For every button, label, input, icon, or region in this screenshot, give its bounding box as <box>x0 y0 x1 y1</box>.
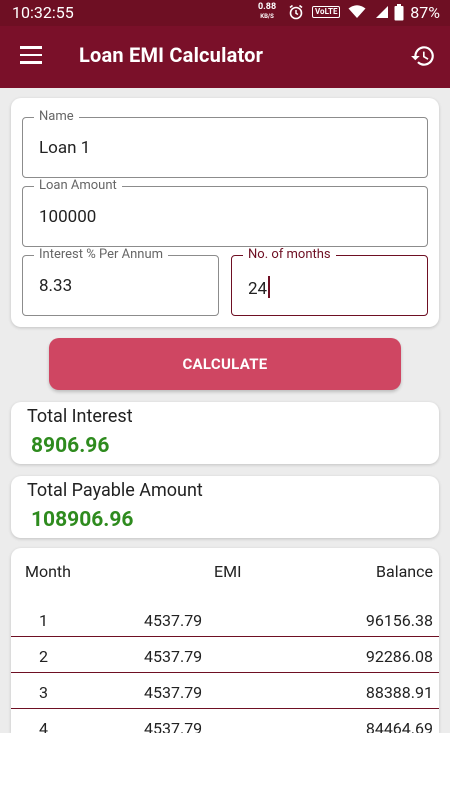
total-payable-value: 108906.96 <box>31 508 134 532</box>
network-speed-unit: KB/S <box>260 13 274 20</box>
hamburger-menu-icon[interactable] <box>20 46 42 64</box>
total-interest-card: Total Interest 8906.96 <box>11 402 439 464</box>
battery-status: 87% <box>394 3 440 22</box>
months-value: 24 <box>248 279 268 299</box>
name-value: Loan 1 <box>39 138 91 158</box>
alarm-icon <box>289 4 303 20</box>
table-row: 2 4537.79 92286.08 <box>11 643 439 679</box>
row-month: 2 <box>39 647 48 666</box>
row-emi: 4537.79 <box>144 611 203 630</box>
page-title: Loan EMI Calculator <box>79 43 264 67</box>
row-month: 3 <box>39 683 48 702</box>
loan-amount-label: Loan Amount <box>34 178 122 193</box>
wifi-icon <box>348 5 366 18</box>
network-speed: 0.88 KB/S <box>258 3 276 21</box>
header-balance: Balance <box>376 562 433 581</box>
loan-amount-field[interactable]: Loan Amount 100000 <box>22 178 428 247</box>
months-field[interactable]: No. of months 24 <box>231 247 428 316</box>
row-emi: 4537.79 <box>144 683 203 702</box>
row-divider <box>11 636 439 638</box>
name-label: Name <box>34 109 79 124</box>
status-icons: VoLTE <box>288 4 389 20</box>
row-divider <box>11 672 439 674</box>
header-emi: EMI <box>214 562 242 581</box>
total-interest-value: 8906.96 <box>31 434 110 458</box>
row-month: 1 <box>39 611 48 630</box>
text-cursor <box>268 276 270 298</box>
name-field[interactable]: Name Loan 1 <box>22 109 428 178</box>
row-emi: 4537.79 <box>144 719 203 733</box>
months-label: No. of months <box>243 247 336 262</box>
screen: 10:32:55 0.88 KB/S VoLTE 87% Loan EMI Ca… <box>0 0 450 800</box>
history-icon[interactable] <box>410 43 436 69</box>
bottom-area <box>0 733 450 800</box>
battery-percent: 87% <box>410 3 440 22</box>
cell-signal-icon <box>376 6 389 18</box>
battery-icon <box>394 4 404 21</box>
status-bar: 10:32:55 0.88 KB/S VoLTE 87% <box>0 0 450 26</box>
row-month: 4 <box>39 719 48 733</box>
interest-label: Interest % Per Annum <box>34 247 169 262</box>
header-month: Month <box>25 562 71 581</box>
loan-form-card: Name Loan 1 Loan Amount 100000 Interest … <box>11 98 439 327</box>
app-bar: Loan EMI Calculator <box>0 26 450 88</box>
row-balance: 96156.38 <box>365 611 433 630</box>
loan-amount-value: 100000 <box>39 207 97 227</box>
row-emi: 4537.79 <box>144 647 203 666</box>
total-payable-label: Total Payable Amount <box>27 480 203 501</box>
interest-value: 8.33 <box>39 276 73 296</box>
interest-field[interactable]: Interest % Per Annum 8.33 <box>22 247 219 316</box>
row-divider <box>11 708 439 710</box>
emi-schedule-table: Month EMI Balance 1 4537.79 96156.38 2 4… <box>11 548 439 733</box>
network-speed-value: 0.88 <box>258 2 277 12</box>
table-row: 3 4537.79 88388.91 <box>11 679 439 715</box>
total-payable-card: Total Payable Amount 108906.96 <box>11 476 439 538</box>
calculate-button[interactable]: CALCULATE <box>49 338 401 390</box>
row-balance: 92286.08 <box>365 647 433 666</box>
months-value-wrap: 24 <box>248 276 270 299</box>
table-row: 4 4537.79 84464.69 <box>11 715 439 733</box>
table-row: 1 4537.79 96156.38 <box>11 607 439 643</box>
volte-badge: VoLTE <box>312 6 341 18</box>
row-balance: 88388.91 <box>365 683 433 702</box>
status-time: 10:32:55 <box>12 3 74 22</box>
total-interest-label: Total Interest <box>27 406 133 427</box>
row-balance: 84464.69 <box>365 719 433 733</box>
